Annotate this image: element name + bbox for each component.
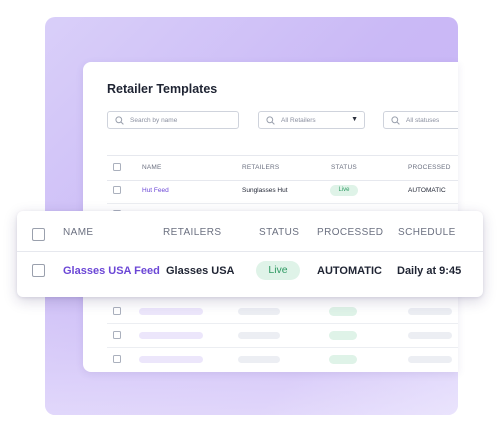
search-input[interactable]: Search by name [107,111,239,129]
row-checkbox[interactable] [113,331,121,339]
retailer-cell: Sunglasses Hut [242,187,288,194]
table-row[interactable]: Hut Feed Sunglasses Hut Live AUTOMATIC [107,179,458,204]
placeholder-bar [238,308,280,315]
caret-down-icon: ▼ [351,116,358,123]
zoomed-table-header: NAME RETAILERS STATUS PROCESSED SCHEDULE [17,211,483,252]
status-badge: Live [256,261,300,280]
retailer-select[interactable]: All Retailers ▼ [258,111,365,129]
retailer-cell: Glasses USA [166,265,235,277]
row-checkbox[interactable] [113,307,121,315]
row-checkbox[interactable] [113,186,121,194]
search-placeholder: Search by name [130,116,178,124]
page-title: Retailer Templates [107,82,218,96]
select-all-checkbox[interactable] [113,163,121,171]
placeholder-row [107,323,458,348]
placeholder-bar [408,356,452,363]
template-name-link[interactable]: Glasses USA Feed [63,265,160,277]
template-name-link[interactable]: Hut Feed [142,187,169,194]
schedule-cell: Daily at 9:45 [397,265,462,277]
placeholder-badge [329,355,357,364]
status-badge: Live [330,185,358,196]
status-select-value: All statuses [406,116,440,124]
placeholder-badge [329,331,357,340]
row-checkbox[interactable] [32,264,45,277]
placeholder-bar [139,356,203,363]
column-processed: PROCESSED [408,164,451,171]
column-name: NAME [142,164,162,171]
processed-cell: AUTOMATIC [408,187,446,194]
placeholder-bar [139,308,203,315]
search-icon [266,115,275,125]
select-all-checkbox[interactable] [32,228,45,241]
placeholder-badge [329,307,357,316]
column-retailers: RETAILERS [163,227,222,238]
search-icon [115,115,124,125]
placeholder-row [107,347,458,371]
table-header: NAME RETAILERS STATUS PROCESSED [107,155,458,181]
column-status: STATUS [331,164,357,171]
retailer-select-value: All Retailers [281,116,316,124]
column-status: STATUS [259,227,300,238]
placeholder-bar [408,332,452,339]
column-retailers: RETAILERS [242,164,280,171]
column-schedule: SCHEDULE [398,227,456,238]
column-name: NAME [63,227,94,238]
placeholder-bar [238,356,280,363]
status-select[interactable]: All statuses [383,111,458,129]
search-icon [391,115,400,125]
placeholder-bar [408,308,452,315]
placeholder-bar [238,332,280,339]
zoomed-row-callout: NAME RETAILERS STATUS PROCESSED SCHEDULE… [17,211,483,297]
processed-cell: AUTOMATIC [317,265,382,277]
placeholder-row [107,299,458,324]
placeholder-bar [139,332,203,339]
row-checkbox[interactable] [113,355,121,363]
column-processed: PROCESSED [317,227,384,238]
